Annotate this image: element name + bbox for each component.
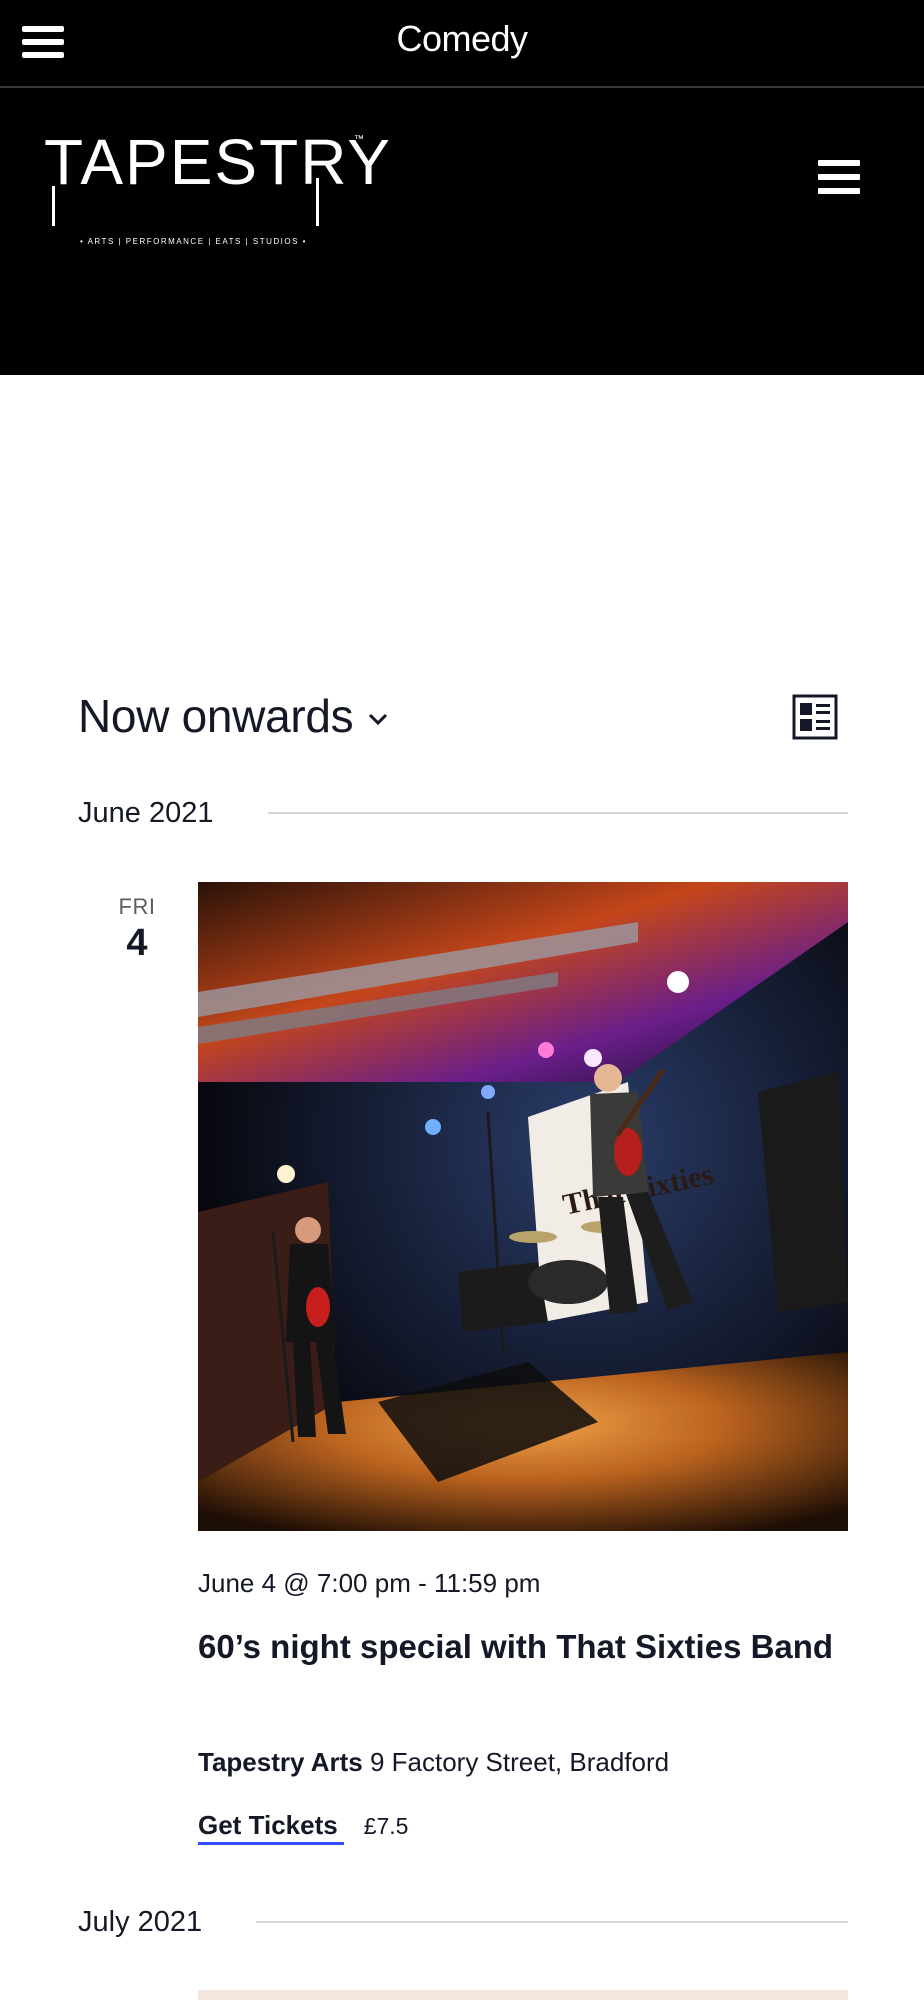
venue-address: 9 Factory Street, Bradford	[369, 1747, 670, 1777]
month-label: June 2021	[78, 796, 214, 829]
event-cost: Get Tickets £7.5	[198, 1810, 408, 1845]
event-venue: Tapestry Arts 9 Factory Street, Bradford	[198, 1747, 669, 1778]
next-event-image[interactable]	[198, 1990, 848, 2000]
venue-name: Tapestry Arts	[198, 1747, 363, 1777]
tapestry-logo[interactable]: TAPESTRY ™ • ARTS | PERFORMANCE | EATS |…	[44, 116, 390, 246]
stage-light	[584, 1049, 602, 1067]
event-featured-image[interactable]: That Sixties	[198, 882, 848, 1531]
event-day-number: 4	[126, 922, 148, 964]
event-date-tag: FRI 4	[112, 894, 162, 965]
stage-light	[481, 1085, 495, 1099]
logo-tagline: • ARTS | PERFORMANCE | EATS | STUDIOS •	[80, 237, 307, 246]
month-rule	[256, 1902, 848, 1942]
event-title-link[interactable]: 60’s night special with That Sixties Ban…	[198, 1620, 848, 1674]
date-range-label: Now onwards	[78, 690, 354, 742]
cymbal	[509, 1231, 557, 1243]
list-view-icon[interactable]	[792, 694, 838, 740]
stage-light	[538, 1042, 554, 1058]
month-rule	[268, 793, 848, 833]
site-menu-hamburger-icon[interactable]	[818, 160, 860, 196]
get-tickets-link[interactable]: Get Tickets	[198, 1810, 344, 1845]
month-separator: July 2021	[78, 1902, 202, 1942]
month-label: July 2021	[78, 1905, 203, 1938]
ticket-price: £7.5	[363, 1813, 409, 1839]
month-separator: June 2021	[78, 793, 213, 833]
stage-light	[277, 1165, 295, 1183]
logo-stroke	[316, 178, 319, 226]
site-header: TAPESTRY ™ • ARTS | PERFORMANCE | EATS |…	[0, 88, 924, 375]
event-datetime: June 4 @ 7:00 pm - 11:59 pm	[198, 1568, 541, 1598]
logo-stroke	[52, 186, 55, 226]
date-range-dropdown[interactable]: Now onwards	[78, 686, 389, 746]
logo-trademark: ™	[354, 134, 364, 145]
drum-kit	[528, 1260, 608, 1304]
stage-light	[425, 1119, 441, 1135]
chevron-down-icon	[369, 713, 388, 726]
stage-light	[667, 971, 689, 993]
event-day-of-week: FRI	[118, 894, 156, 919]
top-app-bar: Comedy	[0, 0, 924, 88]
app-bar-title: Comedy	[396, 18, 528, 59]
logo-wordmark: TAPESTRY	[44, 126, 392, 198]
